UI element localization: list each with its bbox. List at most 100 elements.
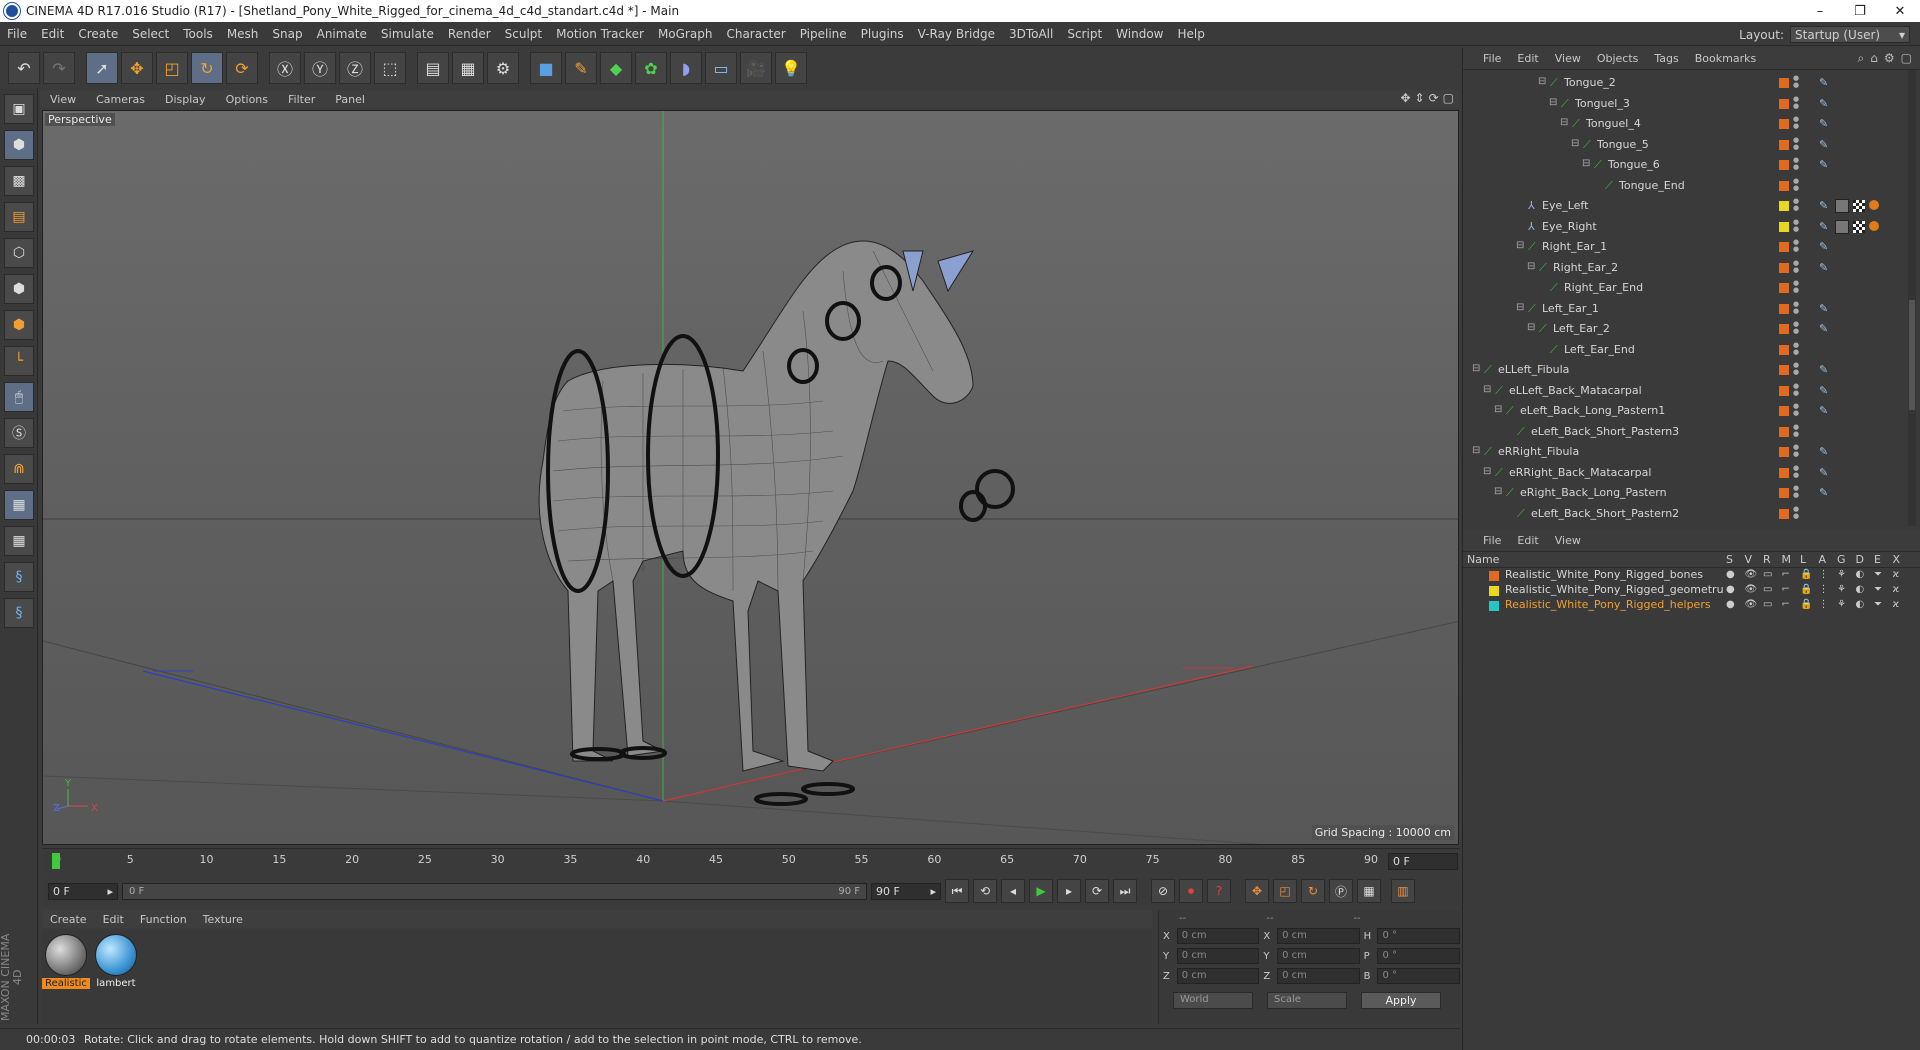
layer-toggle-icon[interactable]: ϰ [1893,584,1900,595]
objects-menu-bookmarks[interactable]: Bookmarks [1687,52,1764,65]
ik-tag-icon[interactable]: ✎ [1819,158,1833,172]
layer-toggle-icon[interactable]: ● [1726,599,1735,610]
object-row[interactable]: ⊟ ⟋ eRRight_Back_Matacarpal ● ● ✎ [1463,463,1903,483]
layer-column-header[interactable]: L [1800,553,1806,566]
object-row[interactable]: ⊟ ⟋ Tonguel_4 ● ● ✎ [1463,114,1903,134]
expand-toggle-icon[interactable]: ⊟ [1516,302,1526,313]
layer-column-header[interactable]: E [1874,553,1881,566]
rotation-b-field[interactable]: 0 ° [1377,968,1460,984]
layer-row[interactable]: Realistic_White_Pony_Rigged_helpers ● 👁 ▭ ⌐ 🔒… [1463,598,1920,613]
key-position-icon[interactable]: ✥ [1245,879,1269,903]
object-row[interactable]: ⊟ ⟋ Tongue_2 ● ● ✎ [1463,73,1903,93]
material-menu-texture[interactable]: Texture [195,913,251,926]
camera-icon[interactable]: 🎥 [740,52,772,84]
key-rotation-icon[interactable]: ↻ [1301,879,1325,903]
viewport-menu-display[interactable]: Display [155,93,216,106]
layer-column-header[interactable]: X [1893,553,1901,566]
object-hierarchy[interactable]: ⊟ ⟋ Tongue_2 ● ● ✎ ⊟ ⟋ Tonguel_3 ● ● ✎ ⊟ ⟋ Tonguel_4 ● ●… [1463,70,1920,526]
layer-toggle-icon[interactable]: ⌐ [1782,599,1790,610]
planar-workplane-icon[interactable]: ▦ [4,526,34,556]
menu-tools[interactable]: Tools [176,27,220,41]
object-row[interactable]: ⊟ ⟋ Right_Ear_1 ● ● ✎ [1463,237,1903,257]
coordinate-system-icon[interactable]: ⬚ [374,52,406,84]
object-row[interactable]: ⅄ Eye_Left ● ● ✎ [1463,196,1903,216]
layer-toggle-icon[interactable]: ⋮ [1819,569,1829,580]
visibility-dots-icon[interactable]: ● ● [1793,362,1799,376]
object-row[interactable]: ⊟ ⟋ Right_Ear_2 ● ● ✎ [1463,258,1903,278]
key-pla-icon[interactable]: ▦ [1357,879,1381,903]
ik-tag-icon[interactable]: ✎ [1819,322,1833,336]
layer-toggle-icon[interactable]: 👁 [1745,569,1758,580]
object-row[interactable]: ⟋ eLeft_Back_Short_Pastern3 ● ● [1463,422,1903,442]
objects-menu-edit[interactable]: Edit [1509,52,1546,65]
layer-color-swatch[interactable] [1489,571,1499,581]
constraint-tag-icon[interactable] [1869,200,1879,210]
layer-color-swatch[interactable] [1779,385,1789,396]
layer-color-swatch[interactable] [1779,242,1789,252]
visibility-dots-icon[interactable]: ● ● [1793,485,1799,499]
ear-controllers[interactable] [902,250,975,293]
key-scale-icon[interactable]: ◰ [1273,879,1297,903]
layer-color-swatch[interactable] [1779,447,1789,457]
layer-column-header[interactable]: D [1856,553,1864,566]
live-selection-icon[interactable]: ➚ [86,52,118,84]
menu-v-ray-bridge[interactable]: V-Ray Bridge [911,27,1002,41]
layer-toggle-icon[interactable]: ▭ [1763,569,1772,580]
ik-tag-icon[interactable]: ✎ [1819,302,1833,316]
layer-toggle-icon[interactable]: ⏷ [1874,569,1882,580]
close-button[interactable]: ✕ [1880,0,1920,22]
make-editable-icon[interactable]: ▣ [4,94,34,124]
menu-simulate[interactable]: Simulate [374,27,441,41]
object-row[interactable]: ⊟ ⟋ eLLeft_Back_Matacarpal ● ● ✎ [1463,381,1903,401]
edges-mode-icon[interactable]: ⬢ [4,274,34,304]
expand-toggle-icon[interactable]: ⊟ [1472,446,1482,456]
layer-toggle-icon[interactable]: ▭ [1763,584,1772,595]
menu-3dtoall[interactable]: 3DToAll [1002,27,1060,41]
size-z-field[interactable]: 0 cm [1277,968,1360,984]
visibility-dots-icon[interactable]: ● ● [1793,95,1799,110]
menu-create[interactable]: Create [71,27,125,41]
expand-toggle-icon[interactable]: ⊟ [1494,487,1504,497]
ik-tag-icon[interactable]: ✎ [1819,445,1833,459]
menu-motion-tracker[interactable]: Motion Tracker [549,27,651,41]
menu-plugins[interactable]: Plugins [854,27,911,41]
visibility-dots-icon[interactable]: ● ● [1793,239,1799,253]
menu-render[interactable]: Render [441,27,498,41]
axis-mode-icon[interactable]: └ [4,346,34,376]
tweak-mode-icon[interactable]: 🖱 [4,382,34,412]
start-frame-field[interactable]: 0 F ▸ [48,882,118,900]
python-script-icon[interactable]: § [4,598,34,628]
menu-mograph[interactable]: MoGraph [651,27,720,41]
layer-toggle-icon[interactable]: ⏷ [1874,599,1882,610]
subdivision-icon[interactable]: ◆ [600,52,632,84]
layer-toggle-icon[interactable]: ⋮ [1819,599,1829,610]
ik-tag-icon[interactable]: ✎ [1819,261,1833,275]
ik-tag-icon[interactable]: ✎ [1819,76,1833,90]
size-y-field[interactable]: 0 cm [1277,948,1360,964]
object-row[interactable]: ⊟ ⟋ Tongue_6 ● ● ✎ [1463,155,1903,175]
ik-tag-icon[interactable]: ✎ [1819,486,1833,500]
pen-spline-icon[interactable]: ✎ [565,52,597,84]
visibility-dots-icon[interactable]: ● ● [1793,157,1799,171]
layer-color-swatch[interactable] [1779,262,1789,273]
menu-select[interactable]: Select [125,27,176,41]
material-realistic[interactable]: Realistic [42,934,90,989]
layer-color-swatch[interactable] [1779,98,1789,109]
layer-toggle-icon[interactable]: ● [1726,569,1735,580]
layer-column-header[interactable]: A [1819,553,1827,566]
record-active-objects-icon[interactable]: ⏺ [1179,879,1203,903]
layer-color-swatch[interactable] [1779,508,1789,519]
layer-color-swatch[interactable] [1779,324,1789,334]
material-menu-edit[interactable]: Edit [95,913,132,926]
menu-help[interactable]: Help [1170,27,1211,41]
move-icon[interactable]: ✥ [121,52,153,84]
filter-icon[interactable]: ⚙ [1884,51,1895,66]
menu-mesh[interactable]: Mesh [220,27,266,41]
menu-script[interactable]: Script [1060,27,1109,41]
layer-toggle-icon[interactable]: ⌐ [1782,584,1790,595]
material-tag-icon[interactable] [1835,199,1849,213]
layer-column-header[interactable]: G [1837,553,1846,566]
visibility-dots-icon[interactable]: ● ● [1793,403,1799,417]
menu-animate[interactable]: Animate [310,27,374,41]
layer-toggle-icon[interactable]: ⌐ [1782,569,1790,580]
